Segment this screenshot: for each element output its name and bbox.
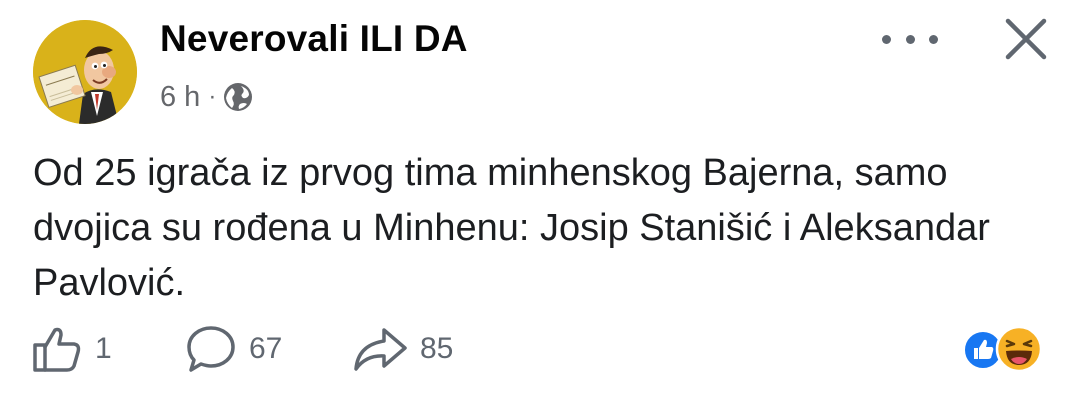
reactions-summary[interactable] bbox=[963, 325, 1053, 373]
page-avatar[interactable] bbox=[33, 20, 137, 124]
cartoon-avatar-image bbox=[33, 20, 137, 124]
close-button[interactable] bbox=[1000, 13, 1052, 65]
thumbs-up-icon bbox=[33, 327, 81, 372]
more-options-button[interactable] bbox=[882, 24, 938, 54]
like-count: 1 bbox=[95, 332, 112, 365]
haha-reaction-icon bbox=[995, 325, 1043, 373]
comment-count: 67 bbox=[249, 332, 283, 365]
post-timestamp[interactable]: 6 h bbox=[160, 81, 200, 114]
like-button[interactable]: 1 bbox=[31, 324, 112, 374]
comment-bubble-icon bbox=[187, 326, 235, 372]
comment-button[interactable]: 67 bbox=[185, 324, 282, 374]
share-count: 85 bbox=[420, 332, 454, 365]
more-dots-icon bbox=[905, 34, 915, 44]
share-button[interactable]: 85 bbox=[352, 324, 453, 374]
post-text: Od 25 igrača iz prvog tima minhenskog Ba… bbox=[33, 152, 990, 304]
meta-separator: · bbox=[208, 83, 217, 110]
more-dots-icon bbox=[882, 34, 891, 44]
globe-icon[interactable] bbox=[223, 82, 253, 112]
page-name-link[interactable]: Neverovali ILI DA bbox=[160, 18, 468, 60]
more-dots-icon bbox=[929, 34, 938, 44]
share-arrow-icon bbox=[354, 328, 407, 371]
post-meta: 6 h · bbox=[160, 80, 253, 114]
close-icon bbox=[1005, 18, 1047, 60]
